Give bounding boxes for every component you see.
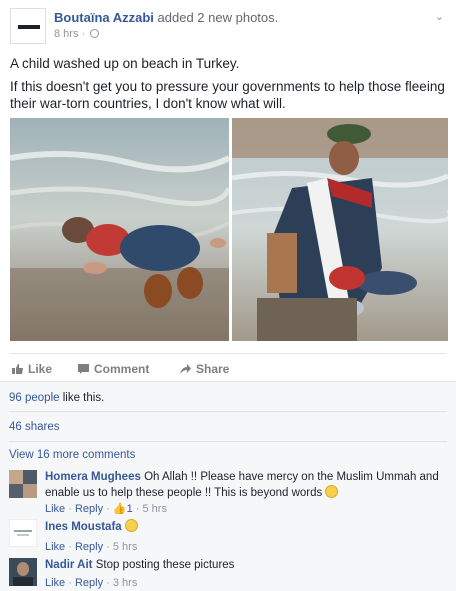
view-more-comments-link[interactable]: View 16 more comments xyxy=(9,449,135,461)
commenter-avatar[interactable] xyxy=(9,558,37,586)
author-avatar[interactable] xyxy=(10,8,46,44)
commenter-name[interactable]: Ines Moustafa xyxy=(45,521,122,533)
comment-body: Nadir Ait Stop posting these pictures Li… xyxy=(45,558,445,591)
post-time[interactable]: 8 hrs xyxy=(54,28,78,40)
comment-like-link[interactable]: Like xyxy=(45,541,65,553)
comment-body: Homera Mughees Oh Allah !! Please have m… xyxy=(45,470,445,517)
likes-suffix: like this. xyxy=(59,392,105,404)
likes-link[interactable]: 96 people xyxy=(9,392,60,404)
commenter-avatar[interactable] xyxy=(9,519,37,547)
globe-icon xyxy=(90,29,100,38)
comment-reply-link[interactable]: Reply xyxy=(75,541,103,553)
comment-reply-link[interactable]: Reply xyxy=(75,503,103,515)
thumbs-up-icon xyxy=(12,364,23,374)
comment-actions: Like · Reply · 👍1 · 5 hrs xyxy=(45,503,167,515)
like-button-label: Like xyxy=(28,362,53,376)
photo-grid xyxy=(10,118,448,341)
shares-summary: 46 shares xyxy=(9,412,447,442)
post-author-line: Boutaïna Azzabi added 2 new photos. xyxy=(54,10,278,25)
comment-like-link[interactable]: Like xyxy=(45,577,65,589)
post-header: Boutaïna Azzabi added 2 new photos. 8 hr… xyxy=(10,8,446,44)
comment-reaction-count[interactable]: 1 xyxy=(127,503,133,515)
post-card: Boutaïna Azzabi added 2 new photos. 8 hr… xyxy=(0,0,456,591)
comment-time[interactable]: 3 hrs xyxy=(113,577,137,589)
post-actions: Like Comment Share xyxy=(10,353,446,381)
photo-2[interactable] xyxy=(232,118,448,341)
photo-1[interactable] xyxy=(10,118,229,341)
comment-icon xyxy=(78,364,89,374)
commenter-name[interactable]: Nadir Ait xyxy=(45,559,93,571)
comment-body: Ines Moustafa Like · Reply · 5 hrs xyxy=(45,519,445,555)
chevron-down-icon[interactable]: ⌄ xyxy=(435,10,444,23)
comment-text: Stop posting these pictures xyxy=(95,559,235,571)
post-text-line: A child washed up on beach in Turkey. xyxy=(10,56,240,71)
comment-time[interactable]: 5 hrs xyxy=(142,503,166,515)
commenter-avatar[interactable] xyxy=(9,470,37,498)
author-name[interactable]: Boutaïna Azzabi xyxy=(54,10,154,25)
comment-time[interactable]: 5 hrs xyxy=(113,541,137,553)
feedback-area: 96 people like this. 46 shares View 16 m… xyxy=(0,381,456,591)
sad-emoji-icon xyxy=(124,519,138,532)
comment-actions: Like · Reply · 3 hrs xyxy=(45,577,138,589)
comment-actions: Like · Reply · 5 hrs xyxy=(45,541,138,553)
more-comments: View 16 more comments xyxy=(9,449,447,465)
post-action: added 2 new photos. xyxy=(157,10,279,25)
post-text-line: If this doesn't get you to pressure your… xyxy=(10,79,445,111)
share-button[interactable]: Share xyxy=(180,362,229,376)
thumbs-up-icon: 👍 xyxy=(112,503,127,515)
comment-like-link[interactable]: Like xyxy=(45,503,65,515)
share-button-label: Share xyxy=(196,362,230,376)
crying-emoji-icon xyxy=(325,485,339,498)
post-text: A child washed up on beach in Turkey. If… xyxy=(10,55,446,118)
shares-link[interactable]: 46 shares xyxy=(9,421,60,433)
comment-button[interactable]: Comment xyxy=(78,362,149,376)
share-icon xyxy=(180,364,191,374)
comment-button-label: Comment xyxy=(94,362,150,376)
post-meta: 8 hrs · xyxy=(54,28,100,40)
like-button[interactable]: Like xyxy=(12,362,52,376)
comment-reply-link[interactable]: Reply xyxy=(75,577,103,589)
commenter-name[interactable]: Homera Mughees xyxy=(45,471,141,483)
likes-summary: 96 people like this. xyxy=(9,382,447,412)
